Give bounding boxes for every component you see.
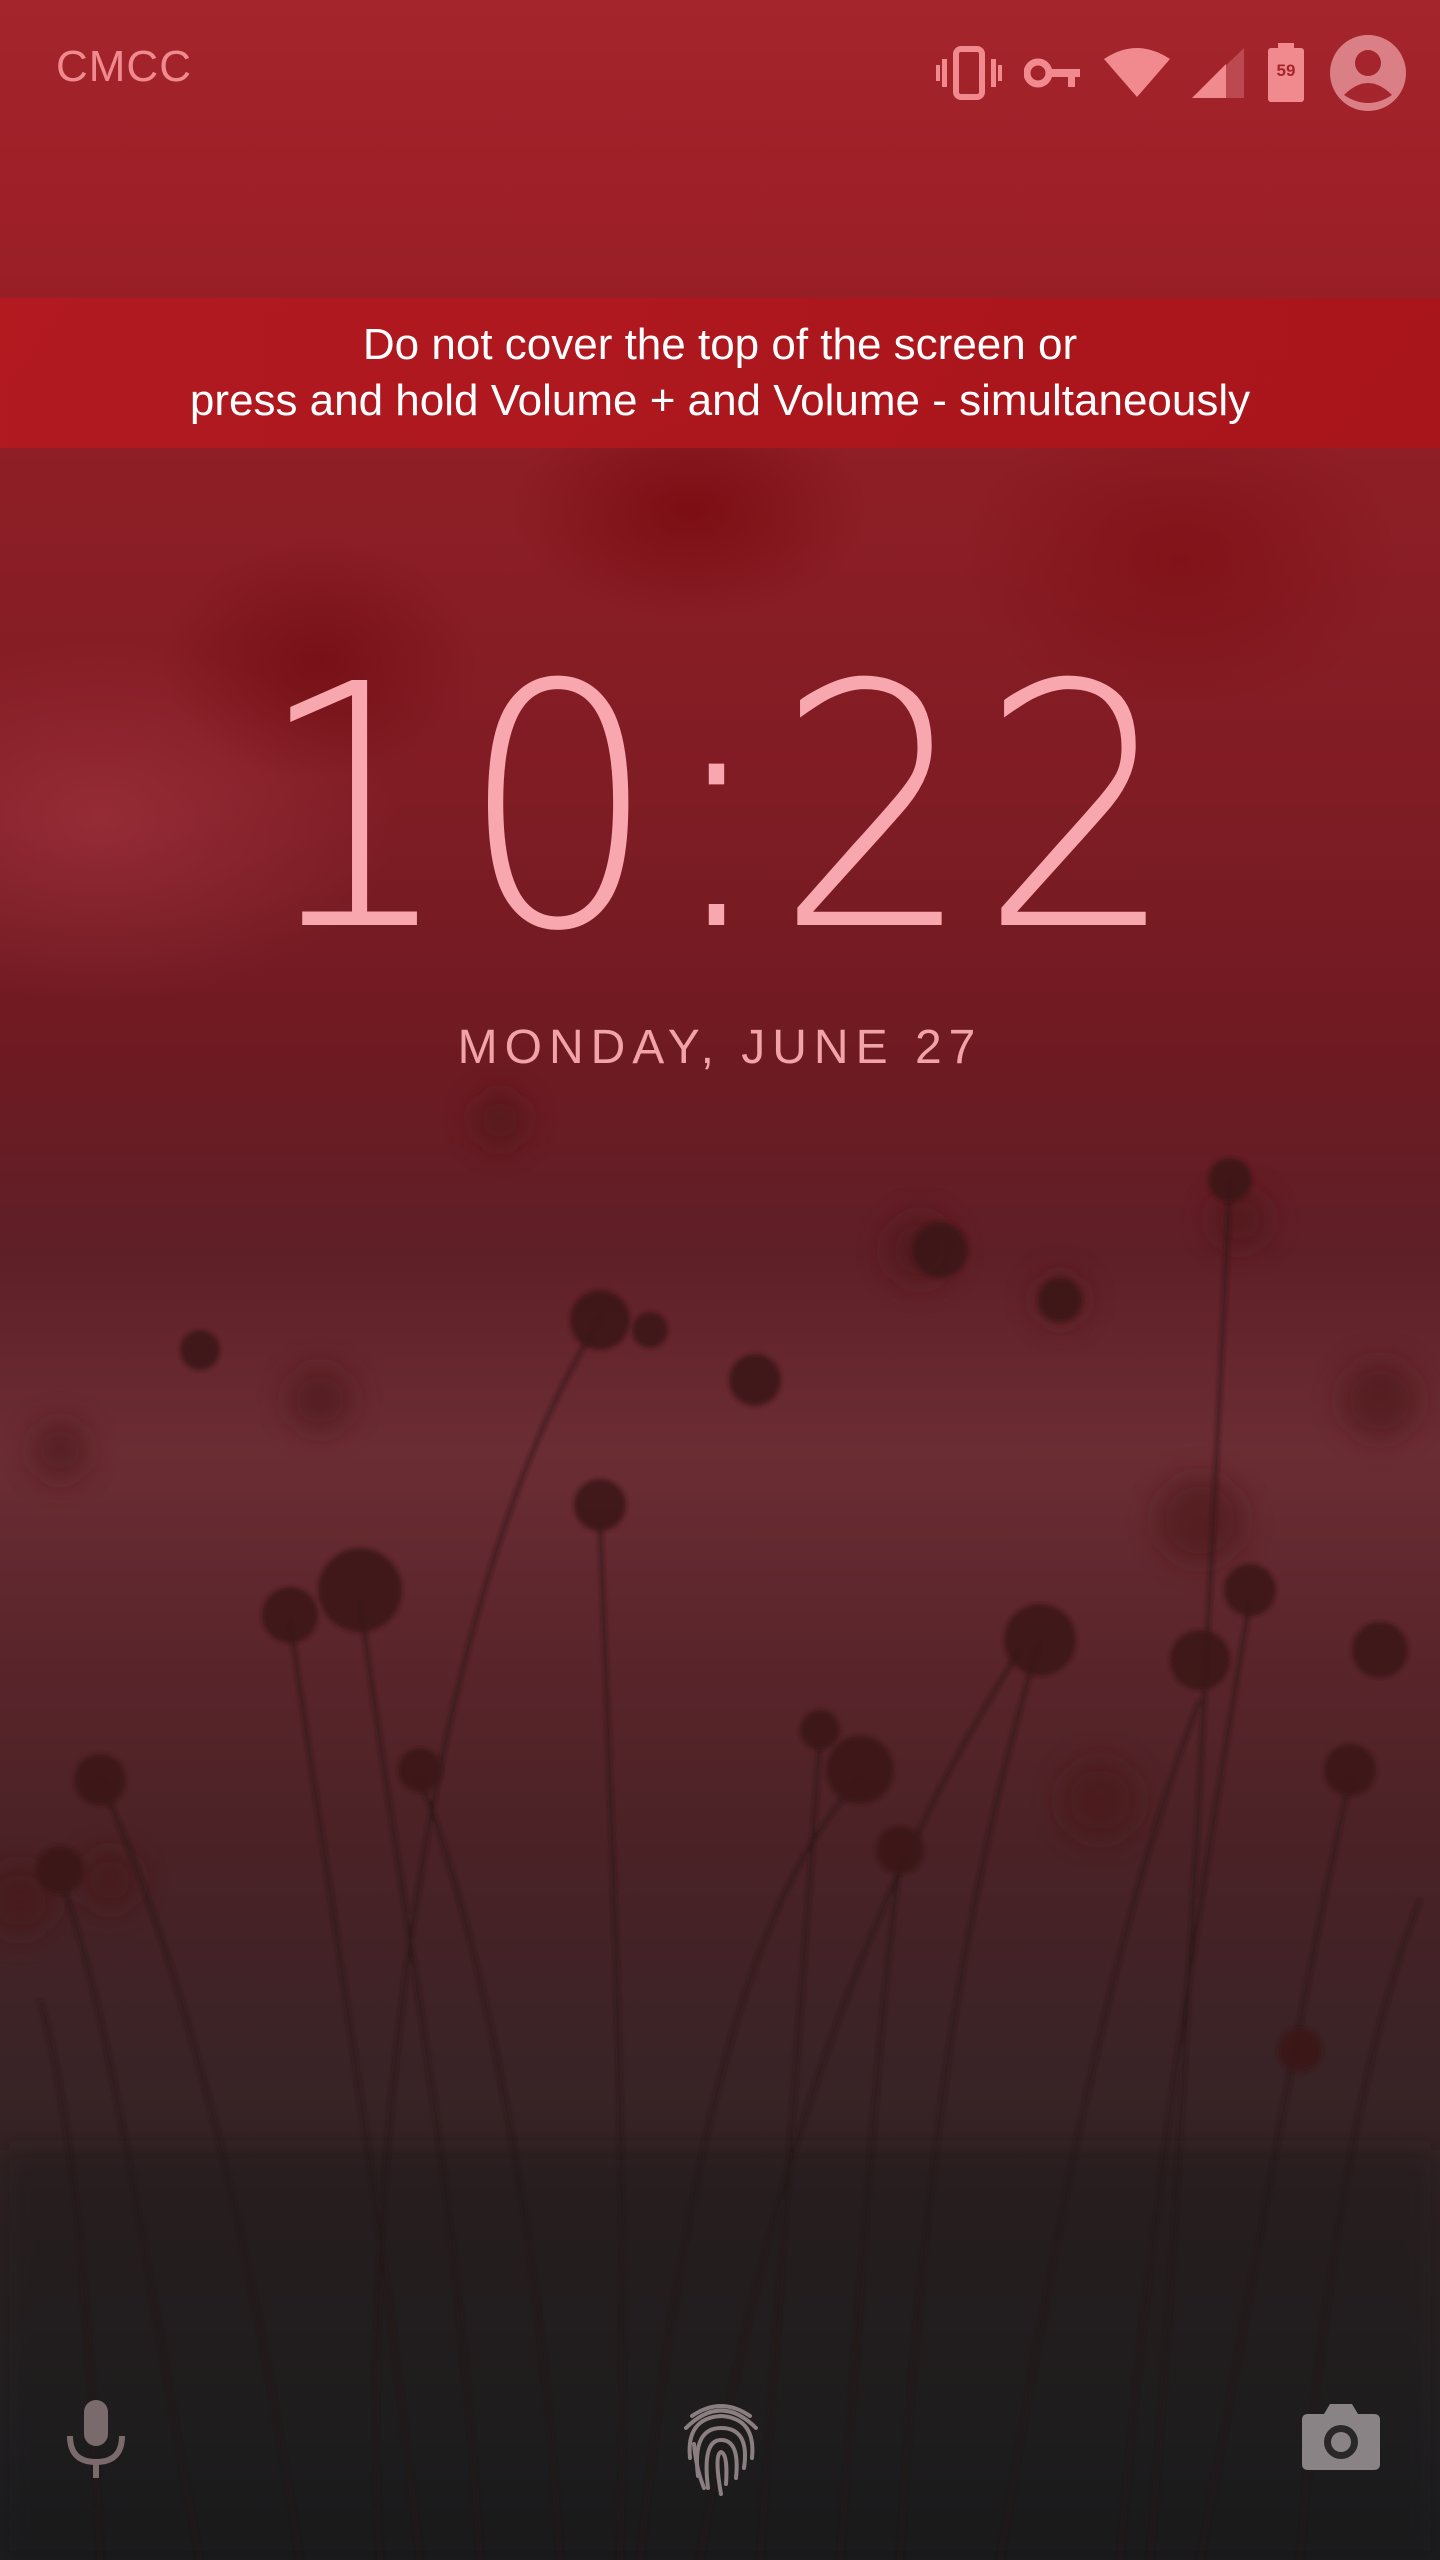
camera-icon[interactable] [1300,2400,1382,2477]
clock: 10:22 [0,640,1440,980]
status-icons: 59 [936,28,1408,118]
clock-time: 10:22 [256,614,1184,1005]
banner-line-1: Do not cover the top of the screen or [362,320,1078,369]
lock-screen: CMCC 59 Do not cover the top of the scre… [0,0,1440,2560]
vibrate-icon [936,45,1002,101]
user-avatar-icon[interactable] [1328,33,1408,113]
cell-signal-icon [1192,48,1244,98]
battery-level: 59 [1276,61,1296,80]
wifi-icon [1104,47,1170,99]
vpn-key-icon [1024,53,1082,93]
carrier-label: CMCC [56,42,192,91]
banner-line-2: press and hold Volume + and Volume - sim… [189,376,1251,425]
fingerprint-icon[interactable] [676,2398,766,2503]
microphone-icon[interactable] [60,2400,132,2485]
warning-banner: Do not cover the top of the screen or pr… [0,298,1440,448]
date-label: MONDAY, JUNE 27 [457,1021,983,1074]
status-bar: CMCC 59 [0,0,1440,140]
battery-icon: 59 [1266,43,1306,103]
